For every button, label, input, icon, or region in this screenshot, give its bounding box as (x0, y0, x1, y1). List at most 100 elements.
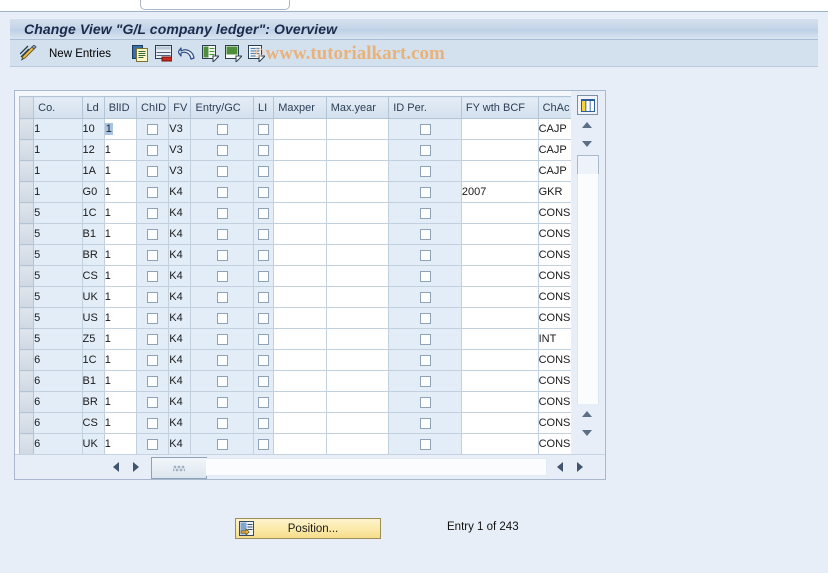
cell-chac[interactable]: CONS (538, 370, 571, 392)
checkbox-li[interactable] (258, 333, 270, 345)
horizontal-scroll-track[interactable] (206, 458, 547, 476)
cell-blid[interactable]: 1 (104, 181, 138, 203)
cell-li[interactable] (253, 328, 275, 350)
checkbox-idper[interactable] (419, 333, 431, 345)
column-header-blid[interactable]: BlID (104, 96, 138, 119)
cell-ld[interactable]: CS (82, 412, 105, 434)
scroll-up-button[interactable] (577, 116, 597, 133)
cell-blid[interactable]: 1 (104, 265, 138, 287)
cell-entrygc[interactable] (190, 412, 255, 434)
cell-fv[interactable]: K4 (168, 286, 192, 308)
cell-chac[interactable]: CONS (538, 286, 571, 308)
checkbox-idper[interactable] (419, 438, 431, 450)
scroll-page-up-button[interactable] (577, 405, 597, 422)
cell-blid[interactable]: 1 (104, 412, 138, 434)
cell-blid[interactable]: 1 (104, 349, 138, 371)
checkbox-li[interactable] (258, 375, 270, 387)
cell-chac[interactable]: CONS (538, 412, 571, 434)
cell-co[interactable]: 1 (33, 181, 83, 203)
cell-maxper[interactable] (273, 286, 327, 308)
cell-idper[interactable] (388, 202, 462, 224)
cell-ld[interactable]: Z5 (82, 328, 105, 350)
checkbox-entrygc[interactable] (216, 249, 228, 261)
checkbox-idper[interactable] (419, 396, 431, 408)
checkbox-chid[interactable] (147, 270, 159, 282)
checkbox-chid[interactable] (147, 438, 159, 450)
cell-li[interactable] (253, 370, 275, 392)
checkbox-chid[interactable] (147, 123, 159, 135)
checkbox-entrygc[interactable] (216, 354, 228, 366)
cell-blid[interactable]: 1 (104, 370, 138, 392)
scroll-down-button[interactable] (577, 135, 597, 152)
checkbox-chid[interactable] (147, 144, 159, 156)
cell-idper[interactable] (388, 412, 462, 434)
cell-chid[interactable] (136, 433, 170, 455)
checkbox-li[interactable] (258, 438, 270, 450)
column-header-idper[interactable]: ID Per. (388, 96, 462, 119)
checkbox-chid[interactable] (147, 228, 159, 240)
cell-chac[interactable]: CONS (538, 202, 571, 224)
checkbox-li[interactable] (258, 186, 270, 198)
row-selector-cell[interactable] (18, 286, 35, 308)
checkbox-entrygc[interactable] (216, 375, 228, 387)
cell-entrygc[interactable] (190, 370, 255, 392)
checkbox-idper[interactable] (419, 270, 431, 282)
checkbox-entrygc[interactable] (216, 228, 228, 240)
cell-chac[interactable]: CONS (538, 244, 571, 266)
cell-ld[interactable]: BR (82, 244, 105, 266)
pencil-edit-icon[interactable] (18, 44, 40, 63)
column-header-chac[interactable]: ChAc (538, 96, 571, 119)
row-selector-cell[interactable] (18, 433, 35, 455)
cell-chac[interactable]: CAJP (538, 139, 571, 161)
row-selector-cell[interactable] (18, 349, 35, 371)
cell-blid[interactable]: 1 (104, 307, 138, 329)
cell-maxyear[interactable] (326, 307, 390, 329)
column-header-entrygc[interactable]: Entry/GC (190, 96, 255, 119)
cell-ld[interactable]: US (82, 307, 105, 329)
cell-blid[interactable]: 1 (104, 139, 138, 161)
horizontal-scrollbar[interactable] (15, 454, 605, 479)
cell-maxyear[interactable] (326, 265, 390, 287)
cell-idper[interactable] (388, 265, 462, 287)
checkbox-entrygc[interactable] (216, 144, 228, 156)
cell-fybcf[interactable] (461, 349, 539, 371)
table-row[interactable]: 5 1C 1 K4 CONS (18, 202, 571, 224)
row-selector-cell[interactable] (18, 307, 35, 329)
cell-chid[interactable] (136, 160, 170, 182)
cell-fv[interactable]: K4 (168, 244, 192, 266)
cell-entrygc[interactable] (190, 202, 255, 224)
checkbox-chid[interactable] (147, 396, 159, 408)
cell-chid[interactable] (136, 223, 170, 245)
checkbox-li[interactable] (258, 249, 270, 261)
cell-chid[interactable] (136, 328, 170, 350)
column-header-co[interactable]: Co. (33, 96, 83, 119)
cell-entrygc[interactable] (190, 349, 255, 371)
table-row[interactable]: 5 B1 1 K4 CONS (18, 223, 571, 245)
cell-fv[interactable]: K4 (168, 349, 192, 371)
cell-chid[interactable] (136, 412, 170, 434)
cell-blid[interactable]: 1 (104, 223, 138, 245)
cell-fv[interactable]: K4 (168, 328, 192, 350)
column-header-fv[interactable]: FV (168, 96, 192, 119)
cell-idper[interactable] (388, 370, 462, 392)
column-header-maxyear[interactable]: Max.year (326, 96, 390, 119)
cell-chac[interactable]: CAJP (538, 118, 571, 140)
cell-blid[interactable]: 1 (104, 433, 138, 455)
checkbox-chid[interactable] (147, 186, 159, 198)
cell-co[interactable]: 5 (33, 223, 83, 245)
cell-maxper[interactable] (273, 265, 327, 287)
cell-fv[interactable]: V3 (168, 118, 192, 140)
checkbox-li[interactable] (258, 123, 270, 135)
column-header-chid[interactable]: ChID (136, 96, 170, 119)
cell-fv[interactable]: K4 (168, 181, 192, 203)
cell-chid[interactable] (136, 265, 170, 287)
cell-co[interactable]: 5 (33, 307, 83, 329)
checkbox-li[interactable] (258, 417, 270, 429)
cell-chid[interactable] (136, 139, 170, 161)
checkbox-entrygc[interactable] (216, 207, 228, 219)
cell-fybcf[interactable] (461, 223, 539, 245)
table-row[interactable]: 5 CS 1 K4 CONS (18, 265, 571, 287)
cell-chac[interactable]: CONS (538, 391, 571, 413)
cell-fv[interactable]: K4 (168, 265, 192, 287)
cell-fybcf[interactable] (461, 139, 539, 161)
